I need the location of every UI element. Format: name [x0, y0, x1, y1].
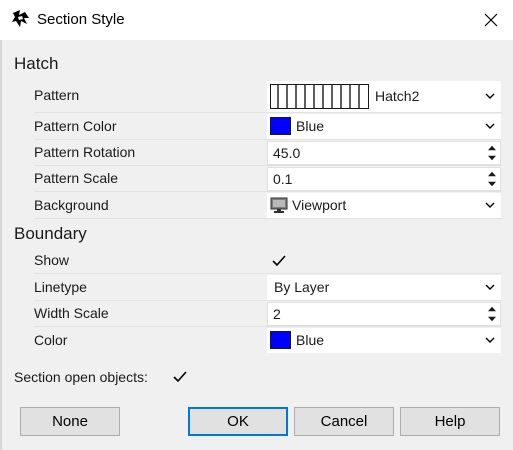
pattern-scale-stepper[interactable]: 0.1	[267, 167, 501, 191]
window-title: Section Style	[37, 11, 125, 28]
hatch-pattern-swatch	[270, 84, 369, 109]
pattern-dropdown[interactable]: Hatch2	[267, 81, 501, 112]
pattern-rotation-value: 45.0	[273, 145, 301, 161]
boundary-color-dropdown[interactable]: Blue	[267, 328, 501, 353]
background-dropdown[interactable]: Viewport	[267, 193, 501, 218]
chevron-down-icon	[485, 114, 495, 139]
ok-button[interactable]: OK	[188, 407, 288, 436]
spin-down-icon	[488, 181, 496, 187]
spin-down-icon	[488, 316, 496, 322]
spin-buttons[interactable]	[485, 304, 499, 324]
spin-down-icon	[488, 155, 496, 161]
spin-up-icon	[488, 145, 496, 151]
pattern-color-label: Pattern Color	[34, 118, 117, 134]
checkmark-icon	[173, 371, 187, 383]
pattern-rotation-row: Pattern Rotation 45.0	[34, 140, 502, 166]
show-label: Show	[34, 252, 70, 268]
chevron-down-icon	[485, 81, 495, 112]
show-checkbox[interactable]	[271, 253, 287, 269]
width-scale-value: 2	[273, 306, 281, 322]
pattern-scale-value: 0.1	[273, 171, 293, 187]
chevron-down-icon	[485, 193, 495, 218]
pattern-label: Pattern	[34, 87, 80, 103]
background-label: Background	[34, 197, 109, 213]
help-button[interactable]: Help	[400, 407, 500, 436]
cancel-button[interactable]: Cancel	[294, 407, 394, 436]
pattern-color-value: Blue	[296, 118, 325, 134]
boundary-color-label: Color	[34, 332, 68, 348]
pattern-rotation-stepper[interactable]: 45.0	[267, 141, 501, 165]
checkmark-icon	[272, 255, 286, 267]
linetype-label: Linetype	[34, 279, 87, 295]
monitor-icon	[270, 197, 288, 213]
show-row: Show	[34, 248, 502, 274]
width-scale-stepper[interactable]: 2	[267, 302, 501, 326]
spin-up-icon	[488, 306, 496, 312]
section-open-objects-checkbox[interactable]	[172, 369, 188, 385]
color-swatch	[270, 117, 291, 135]
pattern-scale-row: Pattern Scale 0.1	[34, 166, 502, 192]
spin-buttons[interactable]	[485, 169, 499, 189]
app-icon	[11, 9, 31, 29]
boundary-color-value: Blue	[296, 332, 325, 348]
boundary-color-row: Color Blue	[34, 327, 502, 354]
boundary-heading: Boundary	[14, 224, 87, 243]
window-edge	[0, 40, 2, 450]
pattern-color-row: Pattern Color Blue	[34, 113, 502, 140]
linetype-value: By Layer	[274, 279, 330, 295]
linetype-row: Linetype By Layer	[34, 274, 502, 301]
chevron-down-icon	[485, 328, 495, 353]
width-scale-row: Width Scale 2	[34, 301, 502, 327]
background-value: Viewport	[292, 197, 347, 213]
none-button[interactable]: None	[20, 407, 120, 436]
pattern-scale-label: Pattern Scale	[34, 170, 119, 186]
linetype-dropdown[interactable]: By Layer	[267, 275, 501, 300]
color-swatch	[270, 331, 291, 349]
spin-buttons[interactable]	[485, 143, 499, 163]
hatch-heading: Hatch	[14, 54, 59, 73]
pattern-value: Hatch2	[375, 88, 420, 104]
pattern-rotation-label: Pattern Rotation	[34, 144, 136, 160]
pattern-color-dropdown[interactable]: Blue	[267, 114, 501, 139]
pattern-row: Pattern Hatch2	[34, 80, 502, 113]
title-bar: Section Style	[0, 0, 513, 40]
spin-up-icon	[488, 171, 496, 177]
width-scale-label: Width Scale	[34, 305, 109, 321]
close-icon[interactable]	[478, 8, 504, 32]
background-row: Background Viewport	[34, 192, 502, 219]
chevron-down-icon	[485, 275, 495, 300]
section-open-objects-label: Section open objects:	[14, 369, 148, 385]
